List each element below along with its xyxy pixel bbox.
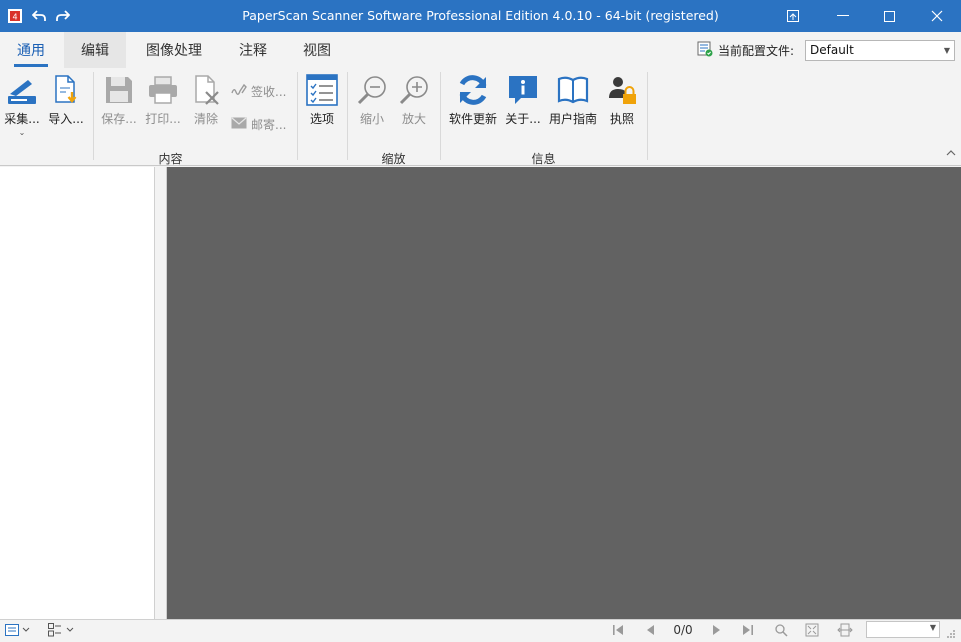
acquire-button[interactable]: 采集... ⌄ <box>2 72 42 137</box>
sign-button[interactable]: 签收... <box>231 83 286 100</box>
profile-select[interactable]: Default ▼ <box>805 40 955 61</box>
refresh-icon <box>447 72 499 108</box>
chevron-down-icon: ▼ <box>943 46 950 55</box>
about-label: 关于... <box>505 112 541 126</box>
software-update-label: 软件更新 <box>448 112 497 126</box>
maximize-button[interactable] <box>866 0 912 32</box>
print-label: 打印... <box>145 112 181 126</box>
about-button[interactable]: 关于... <box>502 72 544 127</box>
save-button[interactable]: 保存... <box>98 72 140 127</box>
ribbon-separator <box>440 72 441 160</box>
previous-page-button[interactable] <box>645 622 655 638</box>
fit-page-icon <box>805 623 819 637</box>
license-label: 执照 <box>609 112 634 126</box>
software-update-button[interactable]: 软件更新 <box>447 72 499 127</box>
resize-grip-icon[interactable] <box>946 626 956 642</box>
printer-icon <box>142 72 184 108</box>
document-canvas[interactable] <box>167 167 961 619</box>
save-disk-icon <box>98 72 140 108</box>
clear-label: 清除 <box>193 112 218 126</box>
page-counter: 0/0 <box>673 623 693 637</box>
previous-page-icon <box>647 625 654 635</box>
zoom-out-button[interactable]: 缩小 <box>354 72 390 127</box>
profile-value: Default <box>810 43 854 57</box>
sign-label: 签收... <box>251 85 287 99</box>
magnifier-icon <box>775 624 788 637</box>
tab-annotations[interactable]: 注释 <box>234 32 272 68</box>
title-bar: 4 PaperScan Scanner Software Professiona… <box>0 0 961 32</box>
info-icon <box>502 72 544 108</box>
list-view-icon <box>5 624 30 636</box>
ribbon-separator <box>93 72 94 160</box>
fit-width-button[interactable] <box>837 622 853 638</box>
minimize-button[interactable] <box>820 0 866 32</box>
ribbon-tabs: 通用 编辑 图像处理 注释 视图 当前配置文件: Default ▼ <box>0 32 961 68</box>
fit-page-button[interactable] <box>805 622 819 638</box>
window-title: PaperScan Scanner Software Professional … <box>242 8 719 23</box>
zoom-group-label: 缩放 <box>381 152 406 166</box>
content-group-label: 内容 <box>158 152 183 166</box>
tab-view[interactable]: 视图 <box>298 32 336 68</box>
zoom-out-icon <box>354 72 390 108</box>
thumbnail-size-button[interactable] <box>48 622 76 638</box>
pin-ribbon-button[interactable] <box>770 0 816 32</box>
license-button[interactable]: 执照 <box>602 72 642 127</box>
zoom-in-icon <box>396 72 432 108</box>
clear-button[interactable]: 清除 <box>188 72 224 127</box>
status-bar: 0/0 ▼ <box>0 619 961 639</box>
import-file-icon <box>46 72 86 108</box>
next-page-button[interactable] <box>712 622 722 638</box>
ribbon-separator <box>297 72 298 160</box>
mail-label: 邮寄... <box>251 118 287 132</box>
scanner-icon <box>2 72 42 108</box>
import-label: 导入... <box>48 112 84 126</box>
zoom-in-button[interactable]: 放大 <box>396 72 432 127</box>
actual-size-button[interactable] <box>774 622 788 638</box>
import-button[interactable]: 导入... <box>46 72 86 127</box>
ribbon: 采集... ⌄ 导入... 保存... 打印... 清除 签收... 邮寄...… <box>0 68 961 166</box>
zoom-level-select[interactable]: ▼ <box>866 621 940 638</box>
close-button[interactable] <box>914 0 960 32</box>
next-page-icon <box>713 625 720 635</box>
license-lock-icon <box>602 72 642 108</box>
acquire-dropdown-icon[interactable]: ⌄ <box>2 129 42 137</box>
fit-width-icon <box>837 623 853 637</box>
thumbnail-panel[interactable] <box>0 167 155 619</box>
signature-icon <box>231 83 247 100</box>
user-guide-button[interactable]: 用户指南 <box>548 72 598 127</box>
collapse-ribbon-icon[interactable] <box>946 148 956 159</box>
first-page-icon <box>613 625 623 635</box>
book-icon <box>548 72 598 108</box>
view-mode-button[interactable] <box>5 622 31 638</box>
acquire-label: 采集... <box>4 112 40 126</box>
thumbnails-icon <box>48 623 74 637</box>
last-page-button[interactable] <box>742 622 754 638</box>
options-label: 选项 <box>309 112 334 126</box>
zoom-in-label: 放大 <box>401 112 426 126</box>
tab-image-processing[interactable]: 图像处理 <box>140 32 208 68</box>
checklist-icon <box>302 72 342 108</box>
ribbon-separator <box>347 72 348 160</box>
envelope-icon <box>231 117 247 132</box>
options-button[interactable]: 选项 <box>302 72 342 127</box>
user-guide-label: 用户指南 <box>548 112 597 126</box>
chevron-down-icon: ▼ <box>929 623 936 632</box>
first-page-button[interactable] <box>612 622 624 638</box>
profile-label: 当前配置文件: <box>718 44 795 58</box>
last-page-icon <box>743 625 753 635</box>
mail-button[interactable]: 邮寄... <box>231 116 286 133</box>
panel-splitter[interactable] <box>155 167 167 619</box>
clear-document-icon <box>188 72 224 108</box>
print-button[interactable]: 打印... <box>142 72 184 127</box>
ribbon-separator <box>647 72 648 160</box>
profile-icon <box>697 41 713 60</box>
zoom-out-label: 缩小 <box>359 112 384 126</box>
tab-edit[interactable]: 编辑 <box>64 32 126 68</box>
tab-general[interactable]: 通用 <box>14 32 48 68</box>
info-group-label: 信息 <box>531 152 556 166</box>
save-label: 保存... <box>101 112 137 126</box>
